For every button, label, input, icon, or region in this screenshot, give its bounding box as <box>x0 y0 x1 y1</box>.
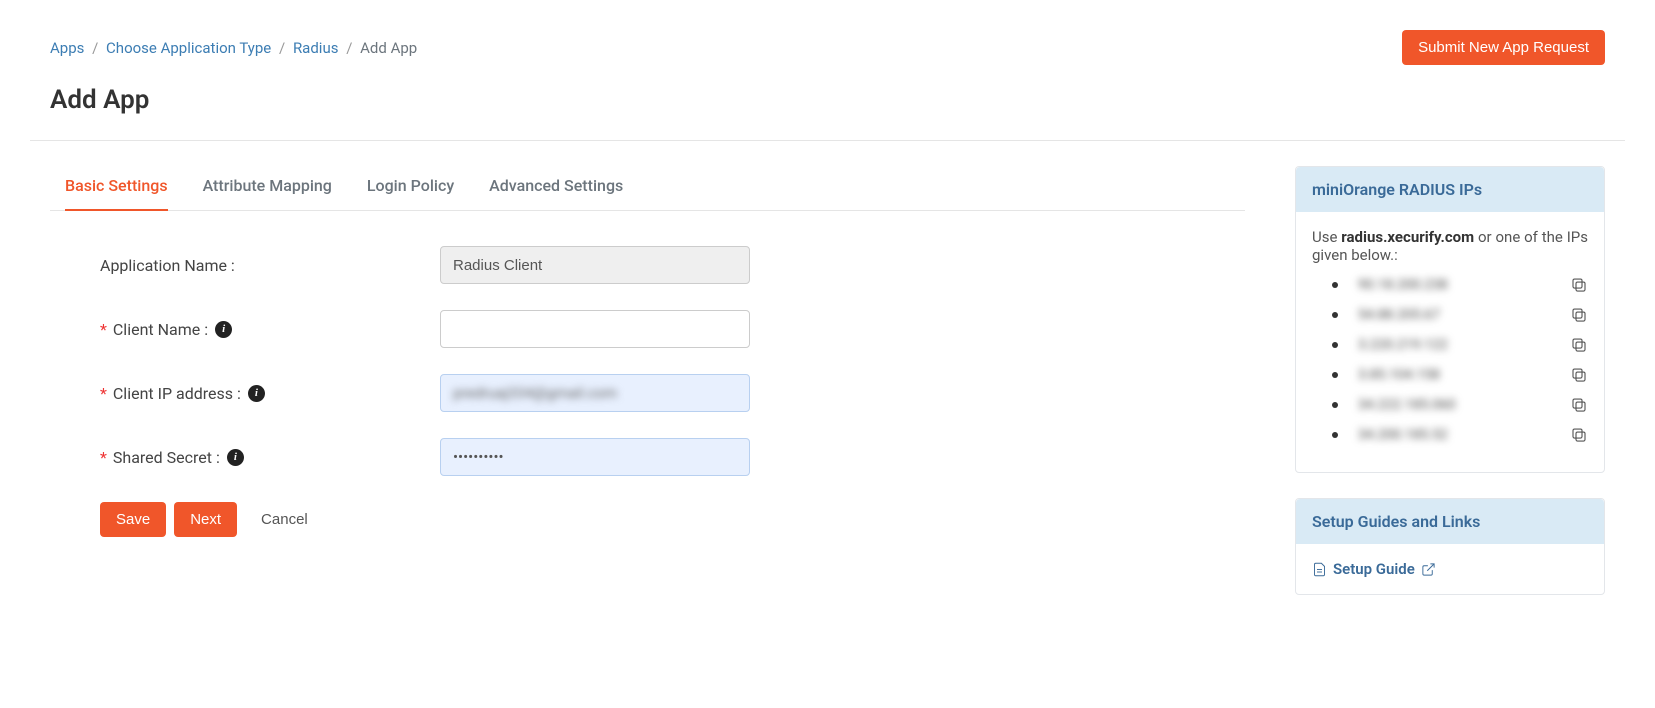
info-icon[interactable]: i <box>248 385 265 402</box>
ip-row: 3.85.104.158 <box>1312 366 1588 384</box>
setup-guides-header: Setup Guides and Links <box>1296 499 1604 544</box>
copy-icon[interactable] <box>1570 396 1588 414</box>
tabs: Basic Settings Attribute Mapping Login P… <box>50 166 1245 211</box>
ip-row: 54.88.205.67 <box>1312 306 1588 324</box>
ip-list: 90.18.200.238 54.88.205.67 <box>1312 276 1588 444</box>
tab-advanced-settings[interactable]: Advanced Settings <box>489 166 623 211</box>
breadcrumb-choose-type[interactable]: Choose Application Type <box>106 39 271 57</box>
tab-basic-settings[interactable]: Basic Settings <box>65 166 168 211</box>
external-link-icon <box>1421 562 1436 577</box>
radius-ips-header: miniOrange RADIUS IPs <box>1296 167 1604 212</box>
breadcrumb-apps[interactable]: Apps <box>50 39 84 57</box>
cancel-button[interactable]: Cancel <box>255 510 314 529</box>
radius-ips-card: miniOrange RADIUS IPs Use radius.xecurif… <box>1295 166 1605 473</box>
breadcrumb: Apps / Choose Application Type / Radius … <box>50 39 417 57</box>
ip-row: 90.18.200.238 <box>1312 276 1588 294</box>
ip-row: 3.220.219.122 <box>1312 336 1588 354</box>
info-icon[interactable]: i <box>215 321 232 338</box>
copy-icon[interactable] <box>1570 336 1588 354</box>
page-title: Add App <box>50 85 1605 115</box>
submit-new-app-request-button[interactable]: Submit New App Request <box>1402 30 1605 65</box>
shared-secret-label: *Shared Secret : i <box>100 448 440 467</box>
tab-attribute-mapping[interactable]: Attribute Mapping <box>203 166 332 211</box>
ip-row: 34.222.185.060 <box>1312 396 1588 414</box>
setup-guides-card: Setup Guides and Links Setup Guide <box>1295 498 1605 595</box>
next-button[interactable]: Next <box>174 502 237 537</box>
copy-icon[interactable] <box>1570 276 1588 294</box>
application-name-label: Application Name : <box>100 256 440 275</box>
shared-secret-input[interactable]: •••••••••• <box>440 438 750 476</box>
client-name-input[interactable] <box>440 310 750 348</box>
copy-icon[interactable] <box>1570 426 1588 444</box>
copy-icon[interactable] <box>1570 306 1588 324</box>
tab-login-policy[interactable]: Login Policy <box>367 166 454 211</box>
document-icon <box>1312 562 1327 577</box>
info-icon[interactable]: i <box>227 449 244 466</box>
setup-guide-link[interactable]: Setup Guide <box>1312 560 1588 578</box>
application-name-input <box>440 246 750 284</box>
client-name-label: *Client Name : i <box>100 320 440 339</box>
radius-ips-intro: Use radius.xecurify.com or one of the IP… <box>1312 228 1588 264</box>
breadcrumb-current: Add App <box>360 39 417 57</box>
copy-icon[interactable] <box>1570 366 1588 384</box>
client-ip-label: *Client IP address : i <box>100 384 440 403</box>
divider <box>30 140 1625 141</box>
save-button[interactable]: Save <box>100 502 166 537</box>
breadcrumb-radius[interactable]: Radius <box>293 39 339 57</box>
ip-row: 34.200.185.52 <box>1312 426 1588 444</box>
client-ip-input[interactable]: predruaj334@gmail.com <box>440 374 750 412</box>
